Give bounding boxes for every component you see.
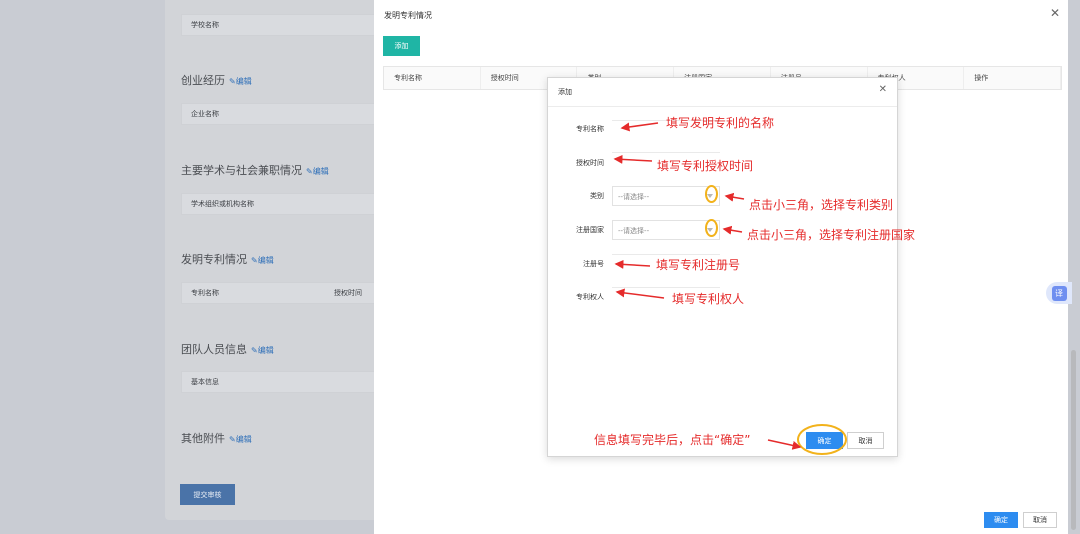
arrow-country [722, 225, 743, 235]
annotation-arrows [613, 122, 802, 450]
annotation-country: 点击小三角，选择专利注册国家 [747, 228, 916, 242]
annotation-number: 填写专利注册号 [656, 258, 741, 272]
annotation-category: 点击小三角，选择专利类别 [749, 198, 894, 212]
annotation-owner: 填写专利权人 [672, 292, 745, 306]
arrow-time [613, 154, 653, 164]
annotation-time: 填写专利授权时间 [657, 159, 754, 173]
annotation-name: 填写发明专利的名称 [666, 116, 775, 130]
arrow-category [724, 192, 745, 202]
annotation-confirm: 信息填写完毕后，点击“确定” [594, 433, 751, 447]
arrow-name [620, 122, 659, 132]
arrow-confirm [767, 439, 802, 450]
arrow-owner [615, 288, 665, 299]
arrow-number [614, 259, 651, 269]
